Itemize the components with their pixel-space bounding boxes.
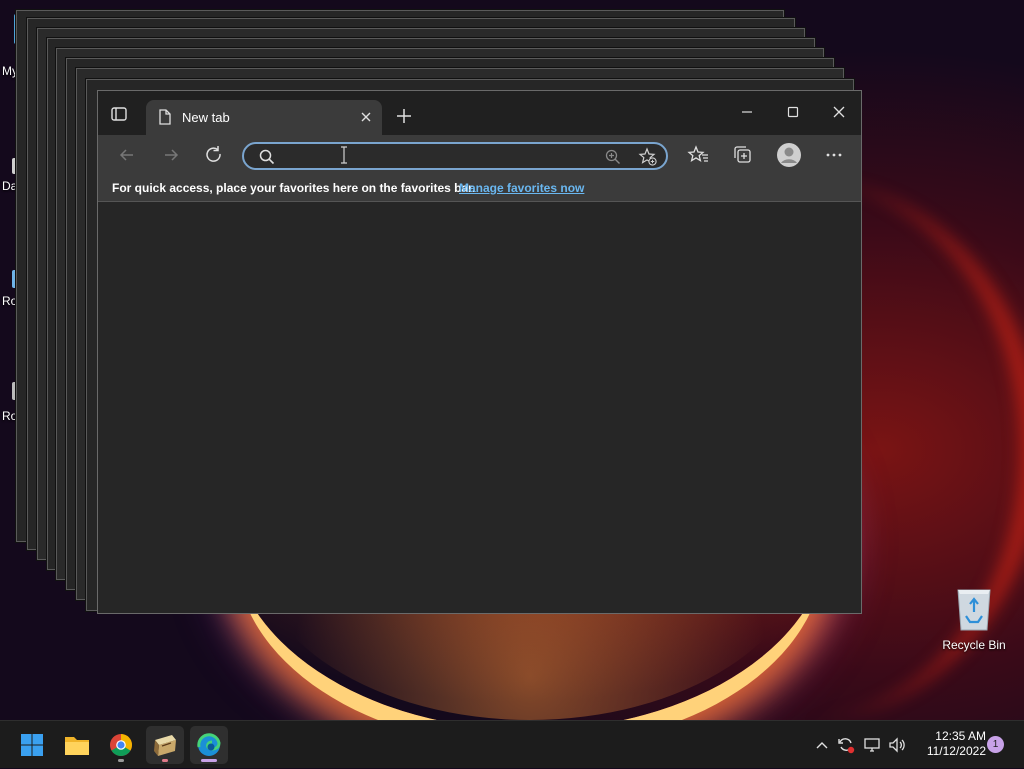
windows-logo-icon <box>21 734 43 756</box>
running-indicator <box>118 759 124 762</box>
close-window-icon[interactable] <box>819 99 859 125</box>
plus-icon[interactable] <box>392 104 416 128</box>
taskbar: 12:35 AM 11/12/2022 1 <box>0 720 1024 768</box>
sync-error-icon[interactable] <box>836 735 856 755</box>
network-icon[interactable] <box>862 735 882 755</box>
tab-title: New tab <box>182 110 230 125</box>
folder-icon <box>65 737 89 755</box>
clock-date: 11/12/2022 <box>926 744 986 758</box>
manage-favorites-link[interactable]: Manage favorites now <box>459 181 584 195</box>
chevron-up-icon[interactable] <box>812 735 832 755</box>
address-input[interactable] <box>280 146 584 168</box>
collections-icon[interactable] <box>730 142 756 168</box>
notification-badge[interactable]: 1 <box>987 736 1004 753</box>
clock[interactable]: 12:35 AM 11/12/2022 <box>916 729 986 759</box>
favorites-icon[interactable] <box>686 142 712 168</box>
star-add-icon[interactable] <box>638 147 658 172</box>
running-indicator <box>162 759 168 762</box>
zoom-icon[interactable] <box>604 148 622 171</box>
profile-icon[interactable] <box>776 142 802 168</box>
search-icon <box>258 148 276 171</box>
close-icon[interactable] <box>356 107 376 127</box>
back-arrow-icon[interactable] <box>114 142 140 168</box>
forward-arrow-icon[interactable] <box>158 142 184 168</box>
file-explorer-button[interactable] <box>58 726 96 764</box>
maximize-icon[interactable] <box>773 99 813 125</box>
title-bar[interactable]: New tab <box>98 91 861 135</box>
volume-icon[interactable] <box>887 735 907 755</box>
start-button[interactable] <box>13 726 51 764</box>
chrome-button[interactable] <box>102 726 140 764</box>
page-icon <box>158 109 172 125</box>
recycle-bin[interactable]: Recycle Bin <box>938 582 1010 654</box>
address-bar[interactable] <box>242 142 668 170</box>
edge-button[interactable] <box>190 726 228 764</box>
tab-new-tab[interactable]: New tab <box>146 100 382 135</box>
favorites-bar: For quick access, place your favorites h… <box>98 175 861 202</box>
browser-window: New tab For quick access, place your fav… <box>97 90 862 614</box>
clock-time: 12:35 AM <box>935 729 986 743</box>
page-content[interactable] <box>98 202 861 613</box>
favorites-bar-message: For quick access, place your favorites h… <box>112 181 476 195</box>
active-indicator <box>201 759 217 762</box>
minimize-icon[interactable] <box>727 99 767 125</box>
recycle-bin-label: Recycle Bin <box>942 638 1006 652</box>
app-button[interactable] <box>146 726 184 764</box>
refresh-icon[interactable] <box>201 142 227 168</box>
recycle-bin-icon <box>952 582 996 639</box>
more-icon[interactable] <box>821 142 847 168</box>
browser-toolbar <box>98 135 861 175</box>
text-cursor-icon <box>340 146 348 164</box>
tab-actions-icon[interactable] <box>110 105 128 123</box>
